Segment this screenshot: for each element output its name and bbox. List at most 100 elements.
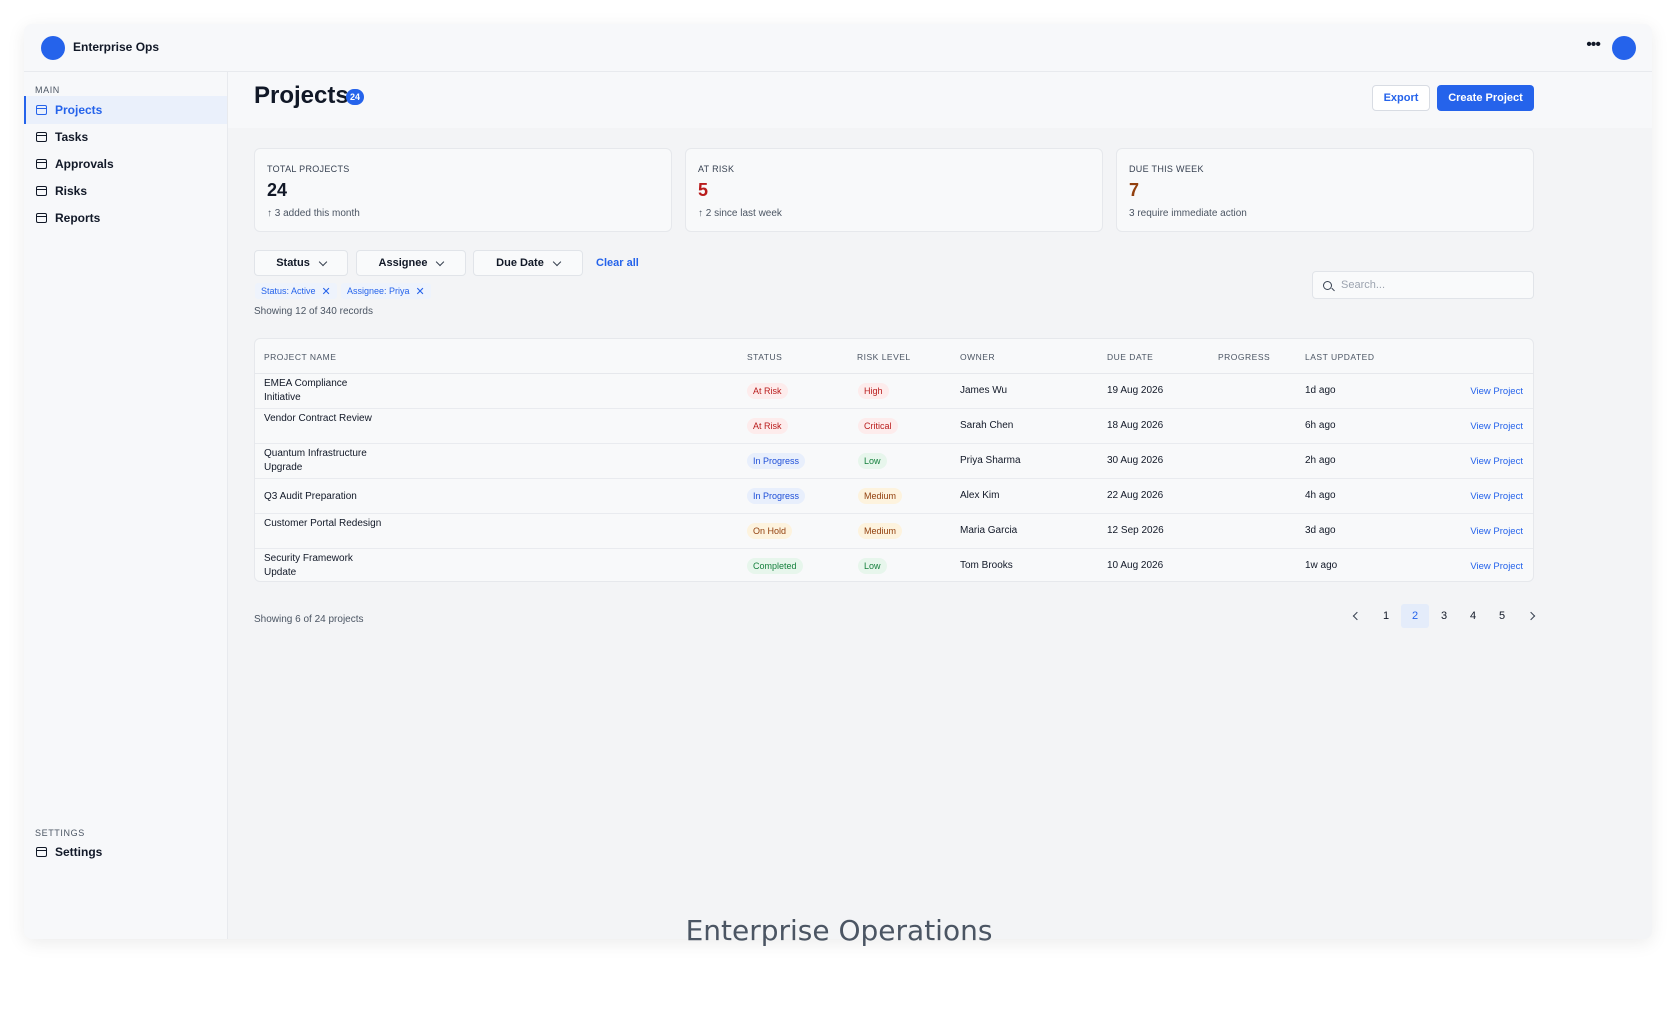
stat-subtext: 3 require immediate action	[1129, 208, 1247, 219]
sidebar-item-settings[interactable]: Settings	[24, 838, 227, 866]
risk-badge: Low	[858, 453, 887, 469]
records-count: Showing 12 of 340 records	[254, 306, 373, 317]
next-page-button[interactable]	[1517, 604, 1545, 628]
sidebar-item-approvals[interactable]: Approvals	[24, 150, 227, 178]
status-badge: At Risk	[747, 383, 788, 399]
sidebar-item-tasks[interactable]: Tasks	[24, 123, 227, 151]
project-name: Q3 Audit Preparation	[264, 491, 357, 502]
owner-name: Alex Kim	[960, 490, 1000, 501]
clear-all-link[interactable]: Clear all	[596, 257, 639, 269]
assignee-filter-button[interactable]: Assignee	[356, 250, 466, 276]
sidebar-section-main: MAIN	[35, 85, 60, 95]
column-header[interactable]: STATUS	[747, 352, 782, 362]
sidebar-item-reports[interactable]: Reports	[24, 204, 227, 232]
pagination: 1 2 3 4 5	[1343, 604, 1546, 628]
last-updated: 1d ago	[1305, 385, 1336, 396]
calendar-icon	[36, 186, 47, 196]
risk-badge: High	[858, 383, 889, 399]
export-button[interactable]: Export	[1372, 85, 1430, 111]
table-row[interactable]: Customer Portal Redesign On Hold Medium …	[255, 514, 1533, 549]
view-project-link[interactable]: View Project	[1470, 421, 1523, 432]
sidebar-item-label: Tasks	[55, 130, 89, 144]
stat-value: 5	[698, 180, 709, 200]
sidebar-item-label: Settings	[55, 845, 103, 859]
page-title: Projects	[254, 82, 349, 109]
page-button[interactable]: 1	[1372, 604, 1400, 628]
stat-value: 24	[267, 180, 288, 200]
sidebar-item-label: Projects	[55, 103, 103, 117]
table-row[interactable]: Security Framework Update Completed Low …	[255, 549, 1533, 581]
stat-label: AT RISK	[698, 164, 735, 174]
search-box[interactable]	[1312, 271, 1534, 299]
user-avatar[interactable]	[1612, 36, 1636, 60]
view-project-link[interactable]: View Project	[1470, 386, 1523, 397]
risk-badge: Medium	[858, 523, 903, 539]
close-icon[interactable]: ✕	[416, 285, 425, 298]
filter-chip-assignee: Assignee: Priya ✕	[341, 283, 431, 299]
last-updated: 6h ago	[1305, 420, 1336, 431]
chevron-down-icon	[436, 257, 445, 266]
more-options-icon[interactable]: •••	[1586, 36, 1601, 54]
page-header: Projects 24 Export Create Project	[228, 72, 1652, 128]
project-name: Security Framework Update	[264, 553, 353, 578]
sidebar-item-risks[interactable]: Risks	[24, 177, 227, 205]
table-row[interactable]: Vendor Contract Review At Risk Critical …	[255, 409, 1533, 444]
column-header[interactable]: OWNER	[960, 352, 995, 362]
close-icon[interactable]: ✕	[322, 285, 331, 298]
owner-name: Maria Garcia	[960, 525, 1018, 536]
due-date-filter-button[interactable]: Due Date	[473, 250, 583, 276]
status-badge: Completed	[747, 558, 803, 574]
last-updated: 3d ago	[1305, 525, 1336, 536]
main-content: Projects 24 Export Create Project TOTAL …	[228, 72, 1652, 939]
column-header[interactable]: PROJECT NAME	[264, 352, 336, 362]
view-project-link[interactable]: View Project	[1470, 561, 1523, 572]
owner-name: Tom Brooks	[960, 560, 1013, 571]
risk-badge: Low	[858, 558, 887, 574]
chevron-left-icon	[1352, 611, 1362, 621]
sidebar: MAIN Projects Tasks Approvals Risks Repo…	[24, 72, 228, 939]
status-badge: At Risk	[747, 418, 788, 434]
status-filter-button[interactable]: Status	[254, 250, 348, 276]
image-caption: Enterprise Operations	[685, 914, 993, 947]
table-row[interactable]: Quantum Infrastructure Upgrade In Progre…	[255, 444, 1533, 479]
last-updated: 1w ago	[1305, 560, 1338, 571]
table-row[interactable]: Q3 Audit Preparation In Progress Medium …	[255, 479, 1533, 514]
status-badge: In Progress	[747, 453, 806, 469]
table-row[interactable]: EMEA Compliance Initiative At Risk High …	[255, 374, 1533, 409]
column-header[interactable]: DUE DATE	[1107, 352, 1153, 362]
chip-label: Assignee: Priya	[347, 286, 410, 296]
page-button[interactable]: 3	[1430, 604, 1458, 628]
owner-name: Sarah Chen	[960, 420, 1014, 431]
due-date: 19 Aug 2026	[1107, 385, 1164, 396]
due-date: 12 Sep 2026	[1107, 525, 1164, 536]
stat-card-total: TOTAL PROJECTS 24 ↑ 3 added this month	[254, 148, 672, 232]
top-bar: Enterprise Ops •••	[24, 24, 1652, 72]
due-date: 10 Aug 2026	[1107, 560, 1164, 571]
page-button-current[interactable]: 2	[1401, 604, 1429, 628]
app-window: Enterprise Ops ••• MAIN Projects Tasks A…	[24, 24, 1652, 939]
sidebar-item-label: Risks	[55, 184, 88, 198]
sidebar-item-projects[interactable]: Projects	[24, 96, 227, 124]
page-button[interactable]: 5	[1488, 604, 1516, 628]
stat-label: TOTAL PROJECTS	[267, 164, 350, 174]
chevron-down-icon	[318, 257, 328, 266]
previous-page-button[interactable]	[1343, 604, 1371, 628]
status-badge: In Progress	[747, 488, 806, 504]
view-project-link[interactable]: View Project	[1470, 526, 1523, 537]
view-project-link[interactable]: View Project	[1470, 456, 1523, 467]
calendar-icon	[36, 159, 47, 169]
view-project-link[interactable]: View Project	[1470, 491, 1523, 502]
column-header[interactable]: LAST UPDATED	[1305, 352, 1374, 362]
column-header[interactable]: PROGRESS	[1218, 352, 1270, 362]
create-project-button[interactable]: Create Project	[1437, 85, 1534, 111]
stat-card-at-risk: AT RISK 5 ↑ 2 since last week	[685, 148, 1103, 232]
last-updated: 4h ago	[1305, 490, 1336, 501]
sidebar-section-settings: SETTINGS	[35, 828, 85, 838]
chip-label: Status: Active	[261, 286, 316, 296]
search-input[interactable]	[1341, 279, 1521, 291]
column-header[interactable]: RISK LEVEL	[857, 352, 911, 362]
stat-subtext: ↑ 2 since last week	[698, 208, 782, 219]
filter-label: Status	[276, 257, 310, 269]
due-date: 18 Aug 2026	[1107, 420, 1164, 431]
page-button[interactable]: 4	[1459, 604, 1487, 628]
